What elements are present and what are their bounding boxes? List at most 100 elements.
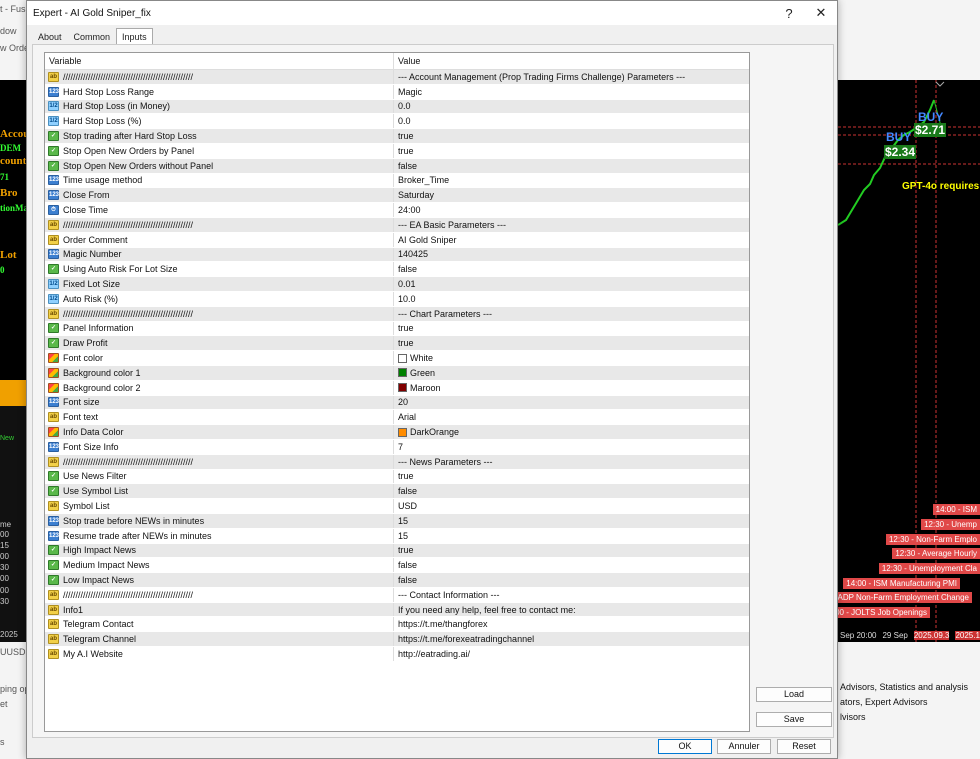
input-value-cell[interactable]: 140425 — [394, 248, 749, 262]
column-header-variable[interactable]: Variable — [45, 53, 394, 69]
input-value-cell[interactable]: Broker_Time — [394, 174, 749, 188]
n123-type-icon: 123 — [48, 190, 60, 201]
input-row[interactable]: ab //////////////////////////////////////… — [45, 454, 749, 470]
input-row[interactable]: 123 Close From Saturday — [45, 188, 749, 204]
input-value-cell[interactable]: false — [394, 262, 749, 276]
input-row[interactable]: ✓ Panel Information true — [45, 321, 749, 337]
close-icon[interactable]: ✕ — [805, 1, 837, 25]
input-row[interactable]: 1/2 Fixed Lot Size 0.01 — [45, 277, 749, 292]
input-value-cell[interactable]: 15 — [394, 514, 749, 528]
input-value-cell[interactable]: --- Contact Information --- — [394, 588, 749, 602]
reset-button[interactable]: Reset — [777, 739, 831, 754]
input-value-cell[interactable]: --- Account Management (Prop Trading Fir… — [394, 70, 749, 84]
tab-about[interactable]: About — [32, 28, 68, 44]
input-value-cell[interactable]: 15 — [394, 529, 749, 543]
input-value-cell[interactable]: true — [394, 129, 749, 143]
input-value-cell[interactable]: Arial — [394, 410, 749, 424]
input-row[interactable]: ✓ Stop Open New Orders without Panel false — [45, 158, 749, 174]
input-row[interactable]: 123 Font Size Info 7 — [45, 439, 749, 455]
input-row[interactable]: 123 Time usage method Broker_Time — [45, 173, 749, 189]
input-value-cell[interactable]: Maroon — [394, 381, 749, 395]
input-row[interactable]: 123 Stop trade before NEWs in minutes 15 — [45, 513, 749, 529]
input-row[interactable]: ab My A.I Website http://eatrading.ai/ — [45, 647, 749, 662]
input-value-cell[interactable]: false — [394, 484, 749, 498]
input-row[interactable]: ab Telegram Channel https://t.me/forexeatr… — [45, 632, 749, 648]
input-row[interactable]: ✓ Use News Filter true — [45, 469, 749, 485]
input-row[interactable]: ✓ Stop Open New Orders by Panel true — [45, 143, 749, 159]
input-value-cell[interactable]: false — [394, 558, 749, 572]
input-value-cell[interactable]: USD — [394, 499, 749, 513]
save-button[interactable]: Save — [756, 712, 832, 727]
input-value-cell[interactable]: --- EA Basic Parameters --- — [394, 218, 749, 232]
input-row[interactable]: ✓ High Impact News true — [45, 543, 749, 559]
input-row[interactable]: 123 Resume trade after NEWs in minutes 15 — [45, 528, 749, 544]
input-row[interactable]: ab Symbol List USD — [45, 499, 749, 514]
input-value-cell[interactable]: false — [394, 159, 749, 173]
input-variable-name: Info Data Color — [63, 427, 124, 438]
input-row[interactable]: Background color 2 Maroon — [45, 380, 749, 396]
input-value-cell[interactable]: https://t.me/thangforex — [394, 617, 749, 631]
input-value-cell[interactable]: true — [394, 544, 749, 558]
input-row[interactable]: ab //////////////////////////////////////… — [45, 587, 749, 603]
color-swatch — [398, 353, 407, 363]
input-row[interactable]: 123 Hard Stop Loss Range Magic — [45, 84, 749, 100]
input-value-cell[interactable]: https://t.me/forexeatradingchannel — [394, 632, 749, 646]
input-row[interactable]: 1/2 Hard Stop Loss (in Money) 0.0 — [45, 99, 749, 115]
tab-common[interactable]: Common — [68, 28, 117, 44]
tab-inputs[interactable]: Inputs — [116, 28, 153, 45]
input-row[interactable]: 1/2 Auto Risk (%) 10.0 — [45, 291, 749, 307]
input-row[interactable]: ✓ Stop trading after Hard Stop Loss true — [45, 129, 749, 144]
input-row[interactable]: ✓ Low Impact News false — [45, 573, 749, 588]
input-value-cell[interactable]: Green — [394, 366, 749, 380]
input-row[interactable]: ab //////////////////////////////////////… — [45, 306, 749, 322]
input-value-cell[interactable]: http://eatrading.ai/ — [394, 647, 749, 661]
input-row[interactable]: ✓ Medium Impact News false — [45, 558, 749, 574]
input-row[interactable]: ⏱ Close Time 24:00 — [45, 203, 749, 218]
input-row[interactable]: ✓ Use Symbol List false — [45, 484, 749, 500]
cancel-button[interactable]: Annuler — [717, 739, 771, 754]
input-value-cell[interactable]: DarkOrange — [394, 425, 749, 439]
input-row[interactable]: ab //////////////////////////////////////… — [45, 70, 749, 85]
input-value-cell[interactable]: 24:00 — [394, 203, 749, 217]
input-value-cell[interactable]: --- News Parameters --- — [394, 455, 749, 469]
input-variable-cell: ab //////////////////////////////////////… — [45, 217, 394, 232]
input-row[interactable]: Info Data Color DarkOrange — [45, 425, 749, 440]
input-value-cell[interactable]: 7 — [394, 440, 749, 454]
input-row[interactable]: ab Order Comment AI Gold Sniper — [45, 232, 749, 248]
help-icon[interactable]: ? — [773, 1, 805, 25]
input-row[interactable]: ab Info1 If you need any help, feel free t… — [45, 602, 749, 618]
ok-button[interactable]: OK — [658, 739, 712, 754]
input-row[interactable]: Background color 1 Green — [45, 365, 749, 381]
input-value-cell[interactable]: true — [394, 470, 749, 484]
input-value-cell[interactable]: 0.01 — [394, 277, 749, 291]
input-row[interactable]: ab //////////////////////////////////////… — [45, 217, 749, 233]
input-row[interactable]: 1/2 Hard Stop Loss (%) 0.0 — [45, 114, 749, 130]
input-row[interactable]: Font color White — [45, 351, 749, 366]
load-button[interactable]: Load — [756, 687, 832, 702]
column-header-value[interactable]: Value — [394, 53, 420, 69]
input-row[interactable]: 123 Magic Number 140425 — [45, 247, 749, 263]
n12-type-icon: 1/2 — [48, 293, 59, 304]
input-value-cell[interactable]: White — [394, 351, 749, 365]
color-swatch — [398, 427, 407, 437]
input-value-cell[interactable]: false — [394, 573, 749, 587]
input-value-cell[interactable]: --- Chart Parameters --- — [394, 307, 749, 321]
input-value-cell[interactable]: Saturday — [394, 188, 749, 202]
input-row[interactable]: ✓ Draw Profit true — [45, 336, 749, 352]
input-value-cell[interactable]: true — [394, 144, 749, 158]
input-row[interactable]: ab Telegram Contact https://t.me/thangfore… — [45, 617, 749, 633]
input-row[interactable]: ✓ Using Auto Risk For Lot Size false — [45, 262, 749, 278]
input-value-cell[interactable]: 20 — [394, 396, 749, 410]
input-value-cell[interactable]: 0.0 — [394, 100, 749, 114]
input-value-cell[interactable]: AI Gold Sniper — [394, 233, 749, 247]
panel-button — [0, 380, 26, 406]
input-value-cell[interactable]: true — [394, 322, 749, 336]
input-row[interactable]: ab Font text Arial — [45, 410, 749, 426]
input-value-cell[interactable]: Magic — [394, 85, 749, 99]
input-value-cell[interactable]: If you need any help, feel free to conta… — [394, 603, 749, 617]
input-value-cell[interactable]: true — [394, 336, 749, 350]
input-value-cell[interactable]: 0.0 — [394, 114, 749, 128]
input-value-cell[interactable]: 10.0 — [394, 292, 749, 306]
input-row[interactable]: 123 Font size 20 — [45, 395, 749, 411]
input-value-text: 15 — [398, 515, 409, 526]
